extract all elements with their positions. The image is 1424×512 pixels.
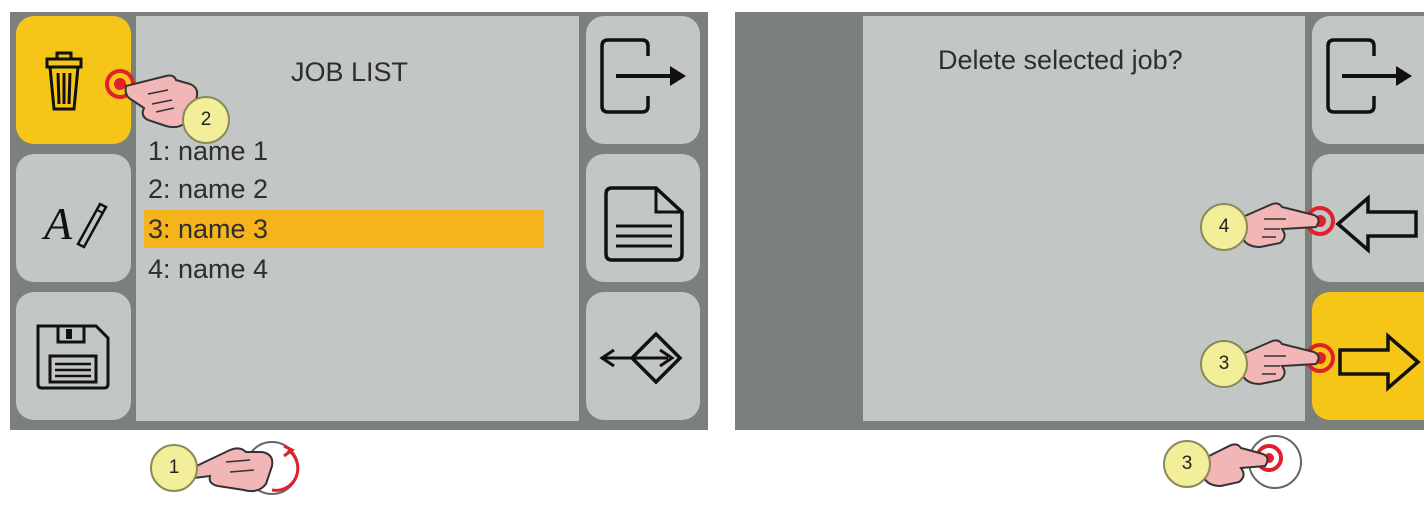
exit-icon (600, 38, 686, 114)
step-badge: 1 (150, 444, 198, 492)
exit-button[interactable] (586, 16, 700, 144)
save-button[interactable] (16, 292, 131, 420)
step-badge: 3 (1163, 440, 1211, 488)
rename-button[interactable]: A (16, 154, 131, 282)
confirm-prompt: Delete selected job? (938, 45, 1183, 75)
tap-hand-icon (1236, 202, 1335, 249)
save-icon (36, 324, 110, 390)
exit-button[interactable] (1312, 16, 1424, 144)
document-icon (604, 186, 684, 262)
job-list-item[interactable]: 4: name 4 (144, 250, 544, 288)
step-badge: 3 (1200, 340, 1248, 388)
import-export-icon (599, 331, 683, 385)
job-details-button[interactable] (586, 154, 700, 282)
rotary-knob-hand-icon (185, 441, 300, 495)
knob-press-hand-icon (1199, 435, 1302, 489)
tap-hand-icon (1236, 339, 1335, 386)
step-badge: 2 (182, 96, 230, 144)
import-export-button[interactable] (586, 292, 700, 420)
exit-icon (1326, 38, 1412, 114)
svg-text:A: A (41, 198, 73, 249)
job-list-item[interactable]: 2: name 2 (144, 170, 544, 208)
page-title: JOB LIST (291, 57, 409, 87)
rename-icon: A (41, 198, 108, 249)
job-list-item-selected[interactable]: 3: name 3 (144, 210, 544, 248)
step-badge: 4 (1200, 203, 1248, 251)
